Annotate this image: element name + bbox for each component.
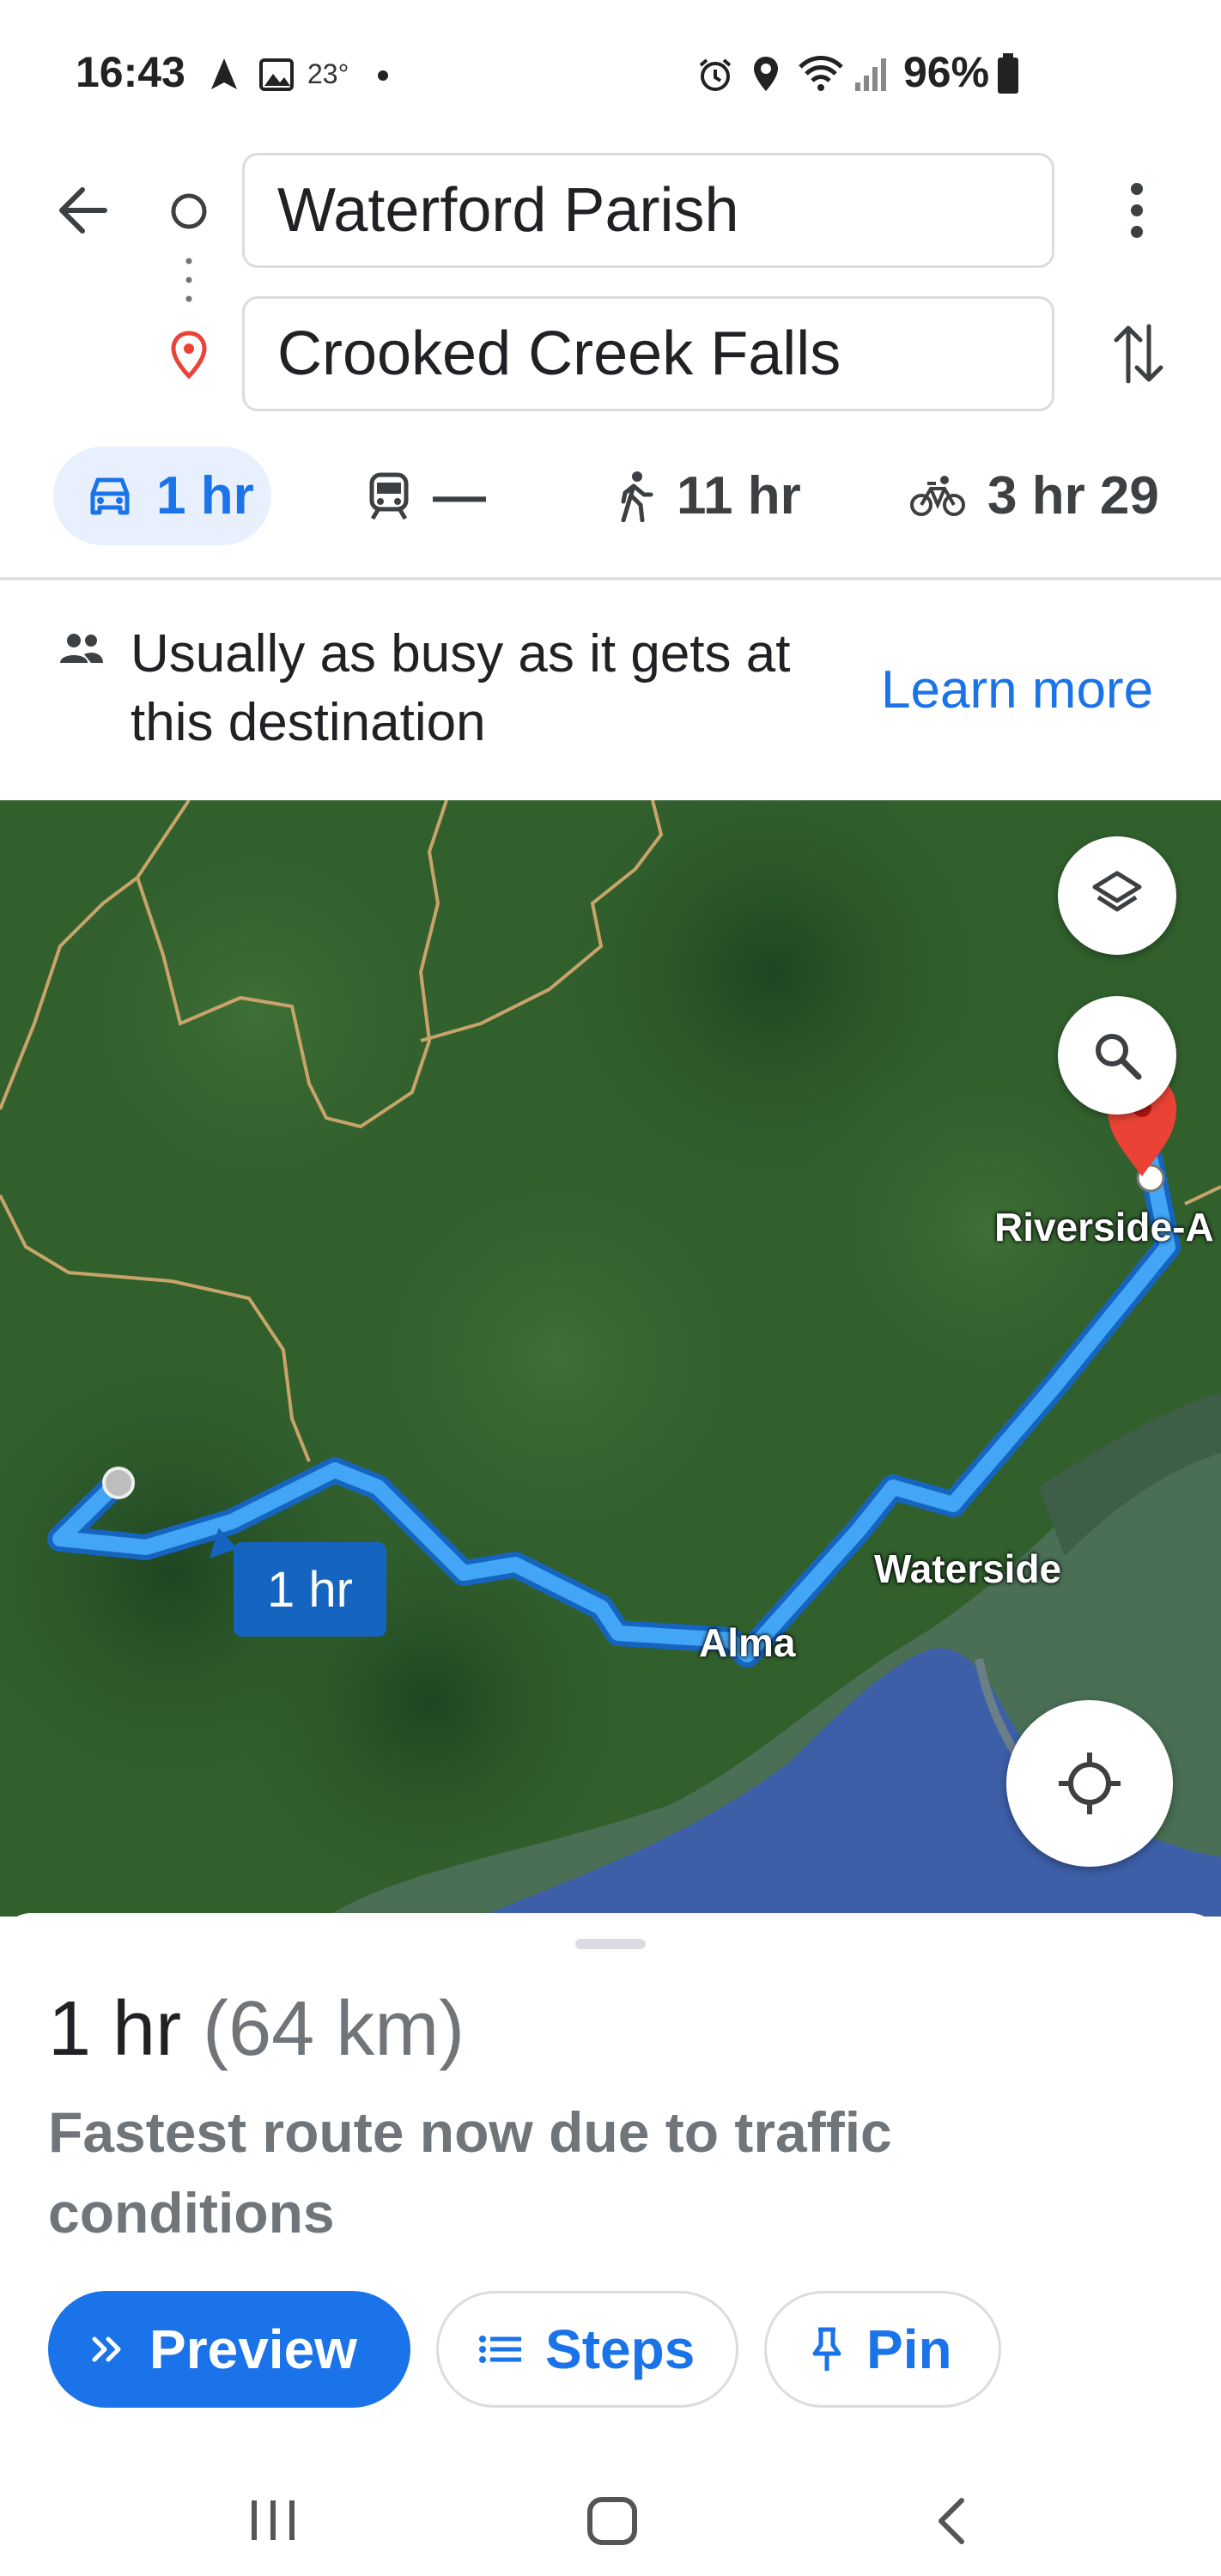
route-summary: 1 hr (64 km) [48,1982,465,2076]
place-label-riverside: Riverside-A [994,1205,1214,1249]
signal-icon [855,58,886,91]
list-icon [479,2336,521,2363]
double-chevron-icon [92,2336,121,2362]
notification-dot-icon [378,70,388,81]
back-arrow-icon[interactable] [53,180,113,240]
route-duration-label: 1 hr [267,1561,353,1618]
learn-more-link[interactable]: Learn more [881,659,1153,720]
image-icon [259,58,294,91]
status-bar: 16:43 23° 96% [0,0,1221,146]
tab-drive-label: 1 hr [156,466,254,526]
tab-walk-label: 11 hr [677,466,801,526]
route-reason: Fastest route now due to traffic conditi… [48,2100,892,2245]
origin-circle-icon [171,193,207,229]
route-dots-icon [185,258,192,302]
pin-button[interactable]: Pin [764,2291,1001,2408]
steps-label: Steps [545,2318,696,2380]
status-time: 16:43 [76,48,185,96]
layers-button[interactable] [1058,836,1176,955]
swap-icon[interactable] [1111,321,1166,386]
recent-apps-icon[interactable] [249,2497,297,2543]
wifi-icon [799,56,843,91]
my-location-button[interactable] [1006,1700,1173,1867]
destination-pin-icon [171,331,207,380]
battery-icon [998,53,1018,94]
route-distance: (64 km) [203,1986,465,2072]
system-back-icon[interactable] [934,2497,969,2545]
tab-bike-label: 3 hr 29 [987,466,1159,526]
destination-field[interactable]: Crooked Creek Falls [242,296,1054,411]
location-icon [754,57,778,91]
tab-bike[interactable]: 3 hr 29 [910,447,1159,545]
tab-drive[interactable]: 1 hr [53,447,271,545]
search-along-route-button[interactable] [1058,996,1176,1115]
preview-label: Preview [149,2318,357,2380]
map-view[interactable]: 1 hr Riverside-A Waterside Alma [0,800,1221,1917]
tab-walk[interactable]: 11 hr [617,447,801,545]
car-icon [90,477,130,514]
steps-button[interactable]: Steps [436,2291,738,2408]
crosshair-icon [1059,1753,1121,1814]
place-label-alma: Alma [699,1620,796,1665]
place-label-waterside: Waterside [874,1546,1062,1591]
status-temperature: 23° [307,58,349,89]
travel-mode-tabs: 1 hr — 11 hr 3 hr 29 [0,438,1221,567]
bicycle-icon [910,475,965,516]
busy-message: Usually as busy as it gets at this desti… [131,624,791,752]
pin-icon [812,2327,841,2371]
pin-label: Pin [866,2318,952,2380]
tab-transit-label: — [433,466,486,526]
walking-icon [621,471,653,522]
preview-button[interactable]: Preview [48,2291,410,2408]
system-nav-bar [0,2464,1221,2576]
route-duration: 1 hr [48,1986,182,2072]
people-icon [60,634,103,663]
alarm-icon [699,58,732,91]
layers-icon [1092,871,1142,912]
home-icon[interactable] [586,2495,639,2547]
route-duration-callout[interactable]: 1 hr [234,1542,386,1637]
train-icon [369,472,409,519]
tab-transit[interactable]: — [368,447,486,545]
divider [0,577,1221,580]
drag-handle[interactable] [575,1939,646,1949]
more-options-icon[interactable] [1118,180,1156,240]
origin-field[interactable]: Waterford Parish [242,153,1054,268]
battery-percentage: 96% [903,48,990,96]
search-icon [1096,1034,1142,1080]
navigation-arrow-icon [211,58,237,89]
